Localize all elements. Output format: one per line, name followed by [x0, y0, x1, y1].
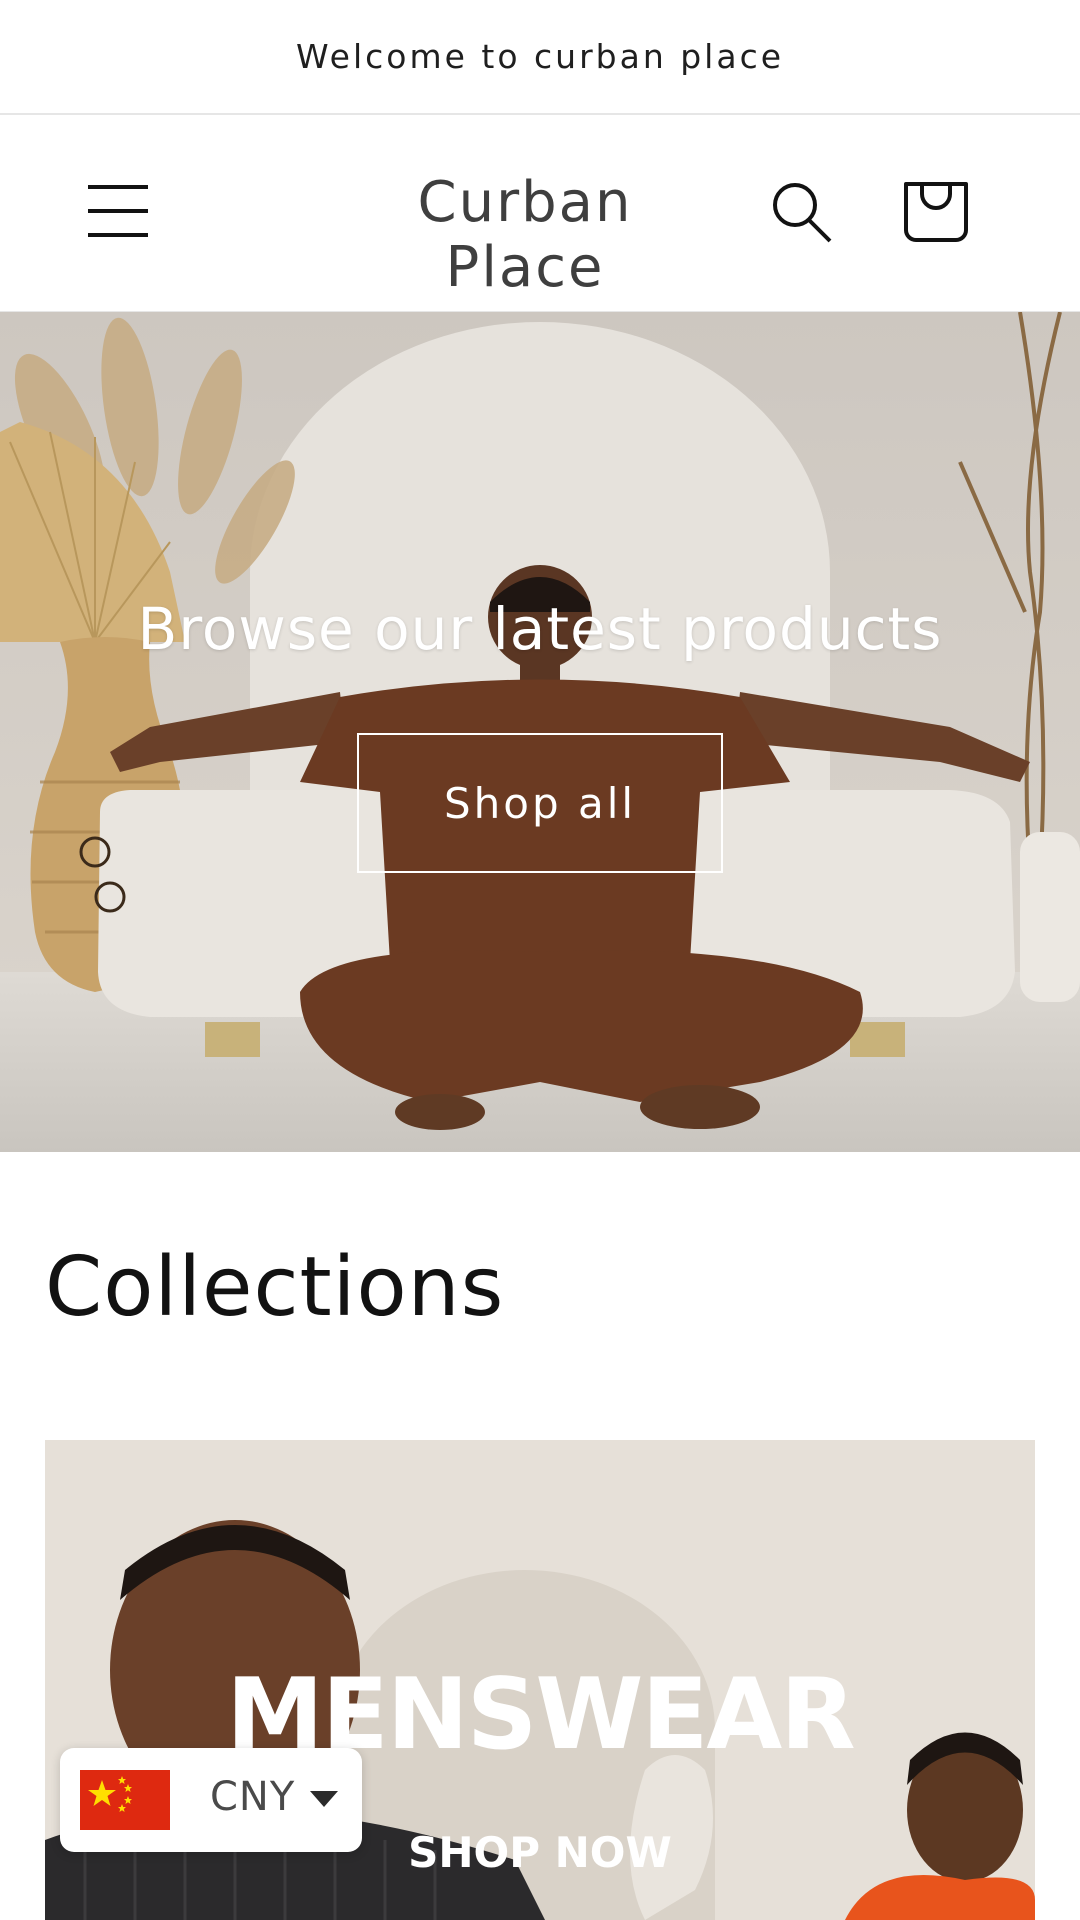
hero-title: Browse our latest products — [137, 595, 943, 663]
currency-code: CNY — [210, 1774, 296, 1820]
shop-all-button[interactable]: Shop all — [357, 733, 723, 873]
collections-heading: Collections — [45, 1240, 505, 1335]
china-flag-icon — [80, 1770, 170, 1830]
hero-image — [0, 312, 1080, 1152]
announcement-bar: Welcome to curban place — [0, 0, 1080, 115]
search-icon[interactable] — [770, 180, 834, 244]
site-logo-text[interactable]: Curban Place — [340, 170, 710, 300]
site-header: Curban Place — [0, 116, 1080, 312]
cart-bag-icon[interactable] — [902, 176, 970, 244]
announcement-text: Welcome to curban place — [295, 37, 785, 76]
caret-down-icon[interactable] — [308, 1788, 340, 1810]
hero-banner: Browse our latest products Shop all — [0, 312, 1080, 1152]
hamburger-menu-icon[interactable] — [85, 181, 151, 241]
currency-selector[interactable]: CNY — [60, 1748, 362, 1852]
